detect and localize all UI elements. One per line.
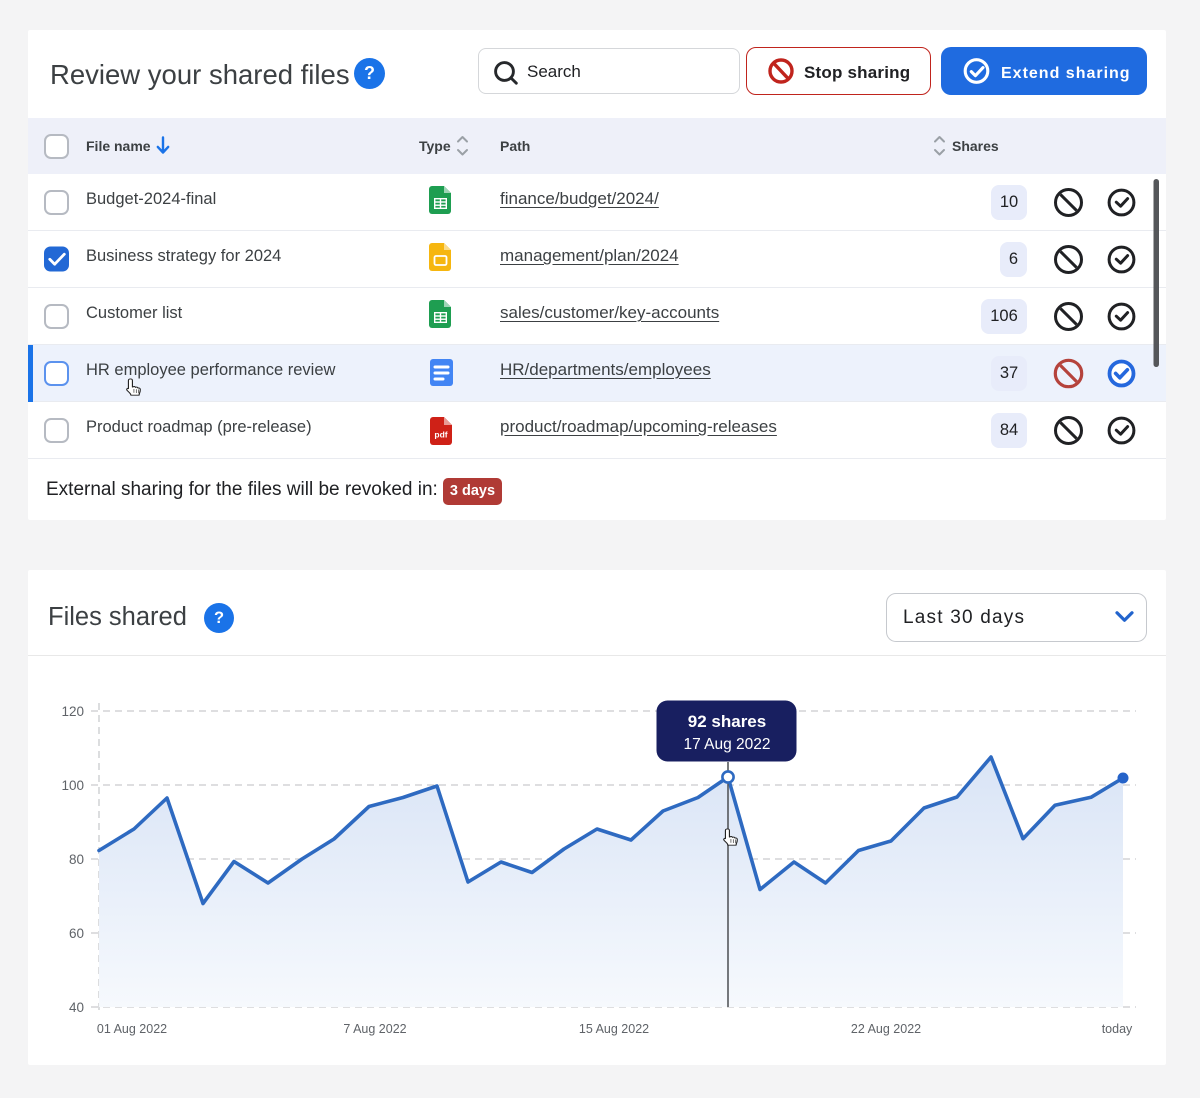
svg-text:pdf: pdf xyxy=(434,430,447,440)
